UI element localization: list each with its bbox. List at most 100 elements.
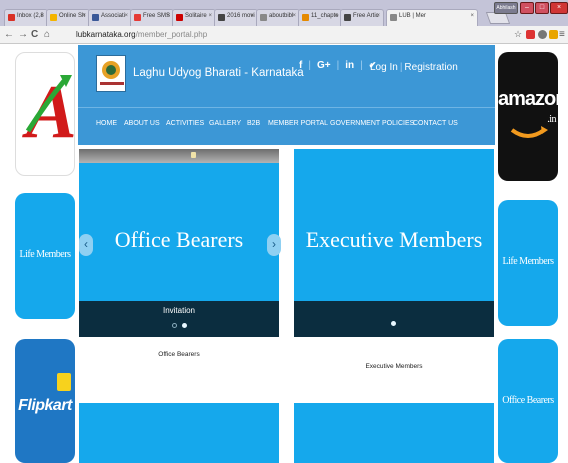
slider-dot-active[interactable] bbox=[391, 321, 396, 326]
close-icon[interactable]: × bbox=[124, 13, 128, 19]
page-icon bbox=[218, 14, 225, 21]
page-icon bbox=[344, 14, 351, 21]
office-bearers-slider[interactable]: Office Bearers Invitation bbox=[79, 149, 279, 337]
tab-solitaire[interactable]: Solitaire × bbox=[172, 9, 216, 26]
tab-label: LUB | Mer bbox=[399, 13, 426, 19]
close-icon[interactable]: × bbox=[40, 13, 44, 19]
tab-label: Free Artic bbox=[353, 13, 379, 19]
amazon-smile-icon bbox=[510, 126, 548, 138]
logo-text-bar bbox=[100, 82, 124, 85]
menu-activities[interactable]: ACTIVITIES bbox=[166, 120, 204, 127]
lamp bbox=[191, 152, 196, 158]
slider-dot[interactable] bbox=[172, 323, 177, 328]
close-icon[interactable]: × bbox=[334, 13, 338, 19]
flipkart-ad[interactable]: Flipkart bbox=[15, 339, 75, 463]
address-bar: ← → C ⌂ lubkarnataka.org/member_portal.p… bbox=[0, 26, 568, 44]
close-icon[interactable]: × bbox=[250, 13, 254, 19]
menu-government-policies[interactable]: GOVERNMENT POLICIES bbox=[330, 120, 414, 127]
menu-about-us[interactable]: ABOUT US bbox=[124, 120, 160, 127]
menu-gallery[interactable]: GALLERY bbox=[209, 120, 241, 127]
slide-photo bbox=[79, 149, 279, 163]
maximize-button[interactable]: □ bbox=[535, 2, 549, 14]
divider: | bbox=[360, 60, 363, 71]
forward-arrow-icon[interactable]: → bbox=[18, 29, 28, 40]
tab-aboutbibl[interactable]: aboutbibl × bbox=[256, 9, 300, 26]
menu-b2b[interactable]: B2B bbox=[247, 120, 260, 127]
menu-member-portal[interactable]: MEMBER PORTAL bbox=[268, 120, 328, 127]
flipkart-label: Flipkart bbox=[18, 397, 72, 414]
registration-link[interactable]: Registration bbox=[404, 62, 457, 73]
reload-icon[interactable]: C bbox=[31, 29, 38, 40]
home-icon[interactable]: ⌂ bbox=[44, 29, 50, 40]
slide-caption: Invitation bbox=[162, 306, 196, 315]
minimize-button[interactable]: – bbox=[520, 2, 534, 14]
back-arrow-icon[interactable]: ← bbox=[4, 29, 14, 40]
executive-members-heading: Executive Members bbox=[365, 363, 423, 370]
tab-inbox[interactable]: Inbox (2,8 × bbox=[4, 9, 48, 26]
divider: | bbox=[399, 62, 403, 73]
close-icon[interactable]: × bbox=[166, 13, 170, 19]
gmail-icon bbox=[8, 14, 15, 21]
tab-label: Solitaire bbox=[185, 13, 207, 19]
url-field[interactable]: lubkarnataka.org/member_portal.php bbox=[66, 28, 486, 42]
tab-lub-member-portal[interactable]: LUB | Mer × bbox=[386, 9, 478, 26]
office-bearers-ad-right[interactable]: Office Bearers bbox=[498, 339, 558, 463]
extension-icon[interactable] bbox=[526, 30, 535, 39]
life-members-label: Life Members bbox=[502, 256, 554, 267]
close-icon[interactable]: × bbox=[470, 13, 474, 19]
tab-online-shop[interactable]: Online Sh × bbox=[46, 9, 90, 26]
flipkart-bag-icon bbox=[57, 373, 71, 391]
life-members-ad-left[interactable]: Life Members bbox=[15, 193, 75, 319]
lub-logo[interactable] bbox=[96, 55, 126, 92]
office-bearers-card[interactable] bbox=[79, 403, 279, 463]
facebook-icon[interactable]: f bbox=[299, 60, 302, 71]
slider-dot-active[interactable] bbox=[182, 323, 187, 328]
emblem-center bbox=[106, 65, 116, 75]
close-icon[interactable]: × bbox=[292, 13, 296, 19]
slide-caption-bar bbox=[294, 301, 494, 337]
close-icon[interactable]: × bbox=[208, 13, 212, 19]
tab-chapter[interactable]: 11_chapte × bbox=[298, 9, 342, 26]
login-link[interactable]: Log In bbox=[370, 62, 398, 73]
auth-links: Log In | Registration bbox=[370, 62, 458, 73]
site-icon bbox=[92, 14, 99, 21]
amazon-ad[interactable]: amazon .in bbox=[498, 52, 558, 181]
left-ad-logo[interactable]: A bbox=[15, 52, 75, 176]
life-members-label: Life Members bbox=[19, 249, 71, 260]
tab-associations[interactable]: Associati × bbox=[88, 9, 132, 26]
next-slide-button[interactable]: › bbox=[267, 234, 281, 256]
close-window-button[interactable]: × bbox=[550, 2, 568, 14]
extension-icon[interactable] bbox=[549, 30, 558, 39]
tab-label: aboutbibl bbox=[269, 13, 294, 19]
menu-home[interactable]: HOME bbox=[96, 120, 117, 127]
prev-slide-button[interactable]: ‹ bbox=[79, 234, 93, 256]
profile-button[interactable]: Abhilash bbox=[494, 2, 518, 14]
extension-icon[interactable] bbox=[538, 30, 547, 39]
url-path: /member_portal.php bbox=[135, 30, 208, 39]
tab-free-sms[interactable]: Free SMS × bbox=[130, 9, 174, 26]
tab-label: Online Sh bbox=[59, 13, 86, 19]
a-logo-icon: A bbox=[22, 70, 74, 154]
executive-members-slider[interactable]: Executive Members bbox=[294, 149, 494, 337]
menu-contact-us[interactable]: CONTACT US bbox=[413, 120, 458, 127]
life-members-ad-right[interactable]: Life Members bbox=[498, 200, 558, 326]
executive-members-card[interactable] bbox=[294, 403, 494, 463]
slide-title: Office Bearers bbox=[114, 227, 244, 252]
linkedin-icon[interactable]: in bbox=[345, 60, 354, 71]
website: A Life Members Flipkart amazon .in Life … bbox=[0, 45, 568, 463]
tab-2016-movies[interactable]: 2016 movi × bbox=[214, 9, 258, 26]
shop-icon bbox=[50, 14, 57, 21]
tab-free-articles[interactable]: Free Artic × bbox=[340, 9, 384, 26]
close-icon[interactable]: × bbox=[82, 13, 86, 19]
url-host: lubkarnataka.org bbox=[76, 30, 136, 39]
browser-window: Inbox (2,8 × Online Sh × Associati × Fre… bbox=[0, 0, 568, 463]
menu-icon[interactable]: ≡ bbox=[559, 29, 565, 40]
star-icon[interactable]: ☆ bbox=[514, 29, 522, 40]
close-icon[interactable]: × bbox=[376, 13, 380, 19]
google-plus-icon[interactable]: G+ bbox=[317, 60, 331, 71]
tab-bar: Inbox (2,8 × Online Sh × Associati × Fre… bbox=[0, 0, 568, 26]
slide-title: Executive Members bbox=[305, 227, 483, 252]
amazon-label: amazon bbox=[498, 88, 558, 110]
main-menu: HOME ABOUT US ACTIVITIES GALLERY B2B MEM… bbox=[78, 107, 495, 139]
tab-label: Associati bbox=[101, 13, 126, 19]
